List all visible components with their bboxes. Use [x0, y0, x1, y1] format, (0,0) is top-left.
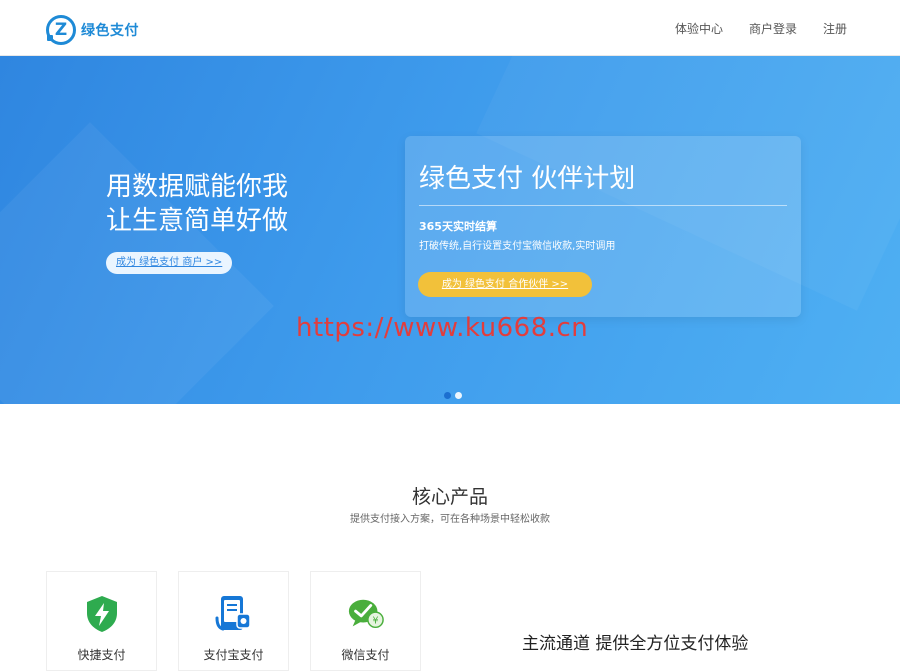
main-nav: 体验中心 商户登录 注册: [649, 0, 847, 56]
become-partner-button[interactable]: 成为 绿色支付 合作伙伴 >>: [418, 272, 592, 297]
nav-experience-center[interactable]: 体验中心: [675, 20, 723, 37]
wechat-coin-icon: ¥: [347, 594, 385, 634]
product-label: 快捷支付: [77, 648, 126, 662]
products-title: 核心产品: [411, 486, 488, 508]
carousel-indicators: [444, 392, 462, 399]
logo-icon: Z: [46, 15, 76, 45]
products-subtitle: 提供支付接入方案，可在各种场景中轻松收款: [350, 514, 550, 525]
hero-headline-2: 让生意简单好做: [106, 206, 289, 236]
become-merchant-button[interactable]: 成为 绿色支付 商户 >>: [106, 252, 233, 274]
hero-headline-1: 用数据赋能你我: [106, 172, 289, 202]
partner-plan-card: 绿色支付 伙伴计划 365天实时结算 打破传统,自行设置支付宝微信收款,实时调用…: [405, 136, 801, 317]
carousel-dot-2[interactable]: [455, 392, 462, 399]
card-divider: [419, 205, 787, 206]
svg-text:¥: ¥: [372, 616, 378, 627]
phone-payment-icon: [215, 594, 253, 634]
product-card-quick-pay[interactable]: 快捷支付: [46, 571, 157, 671]
product-label: 支付宝支付: [203, 648, 264, 662]
hero-left: 用数据赋能你我 让生意简单好做 成为 绿色支付 商户 >>: [106, 170, 288, 274]
partner-plan-description: 打破传统,自行设置支付宝微信收款,实时调用: [419, 241, 616, 252]
logo-text: 绿色支付: [81, 23, 139, 39]
top-header: Z 绿色支付 体验中心 商户登录 注册: [0, 0, 900, 56]
nav-merchant-login[interactable]: 商户登录: [749, 20, 797, 37]
mainstream-channel-heading: 主流通道 提供全方位支付体验: [522, 634, 749, 654]
partner-plan-subtitle: 365天实时结算: [419, 220, 497, 233]
carousel-dot-1[interactable]: [444, 392, 451, 399]
nav-register[interactable]: 注册: [823, 20, 847, 37]
product-card-wechat-pay[interactable]: ¥ 微信支付: [310, 571, 421, 671]
site-watermark: https://www.ku668.cn: [296, 313, 589, 343]
lightning-shield-icon: [83, 594, 121, 634]
brand-logo[interactable]: Z 绿色支付: [46, 14, 156, 46]
product-card-alipay[interactable]: 支付宝支付: [178, 571, 289, 671]
partner-plan-title: 绿色支付 伙伴计划: [419, 164, 636, 194]
product-label: 微信支付: [341, 648, 390, 662]
hero-banner: 用数据赋能你我 让生意简单好做 成为 绿色支付 商户 >> 绿色支付 伙伴计划 …: [0, 56, 900, 404]
